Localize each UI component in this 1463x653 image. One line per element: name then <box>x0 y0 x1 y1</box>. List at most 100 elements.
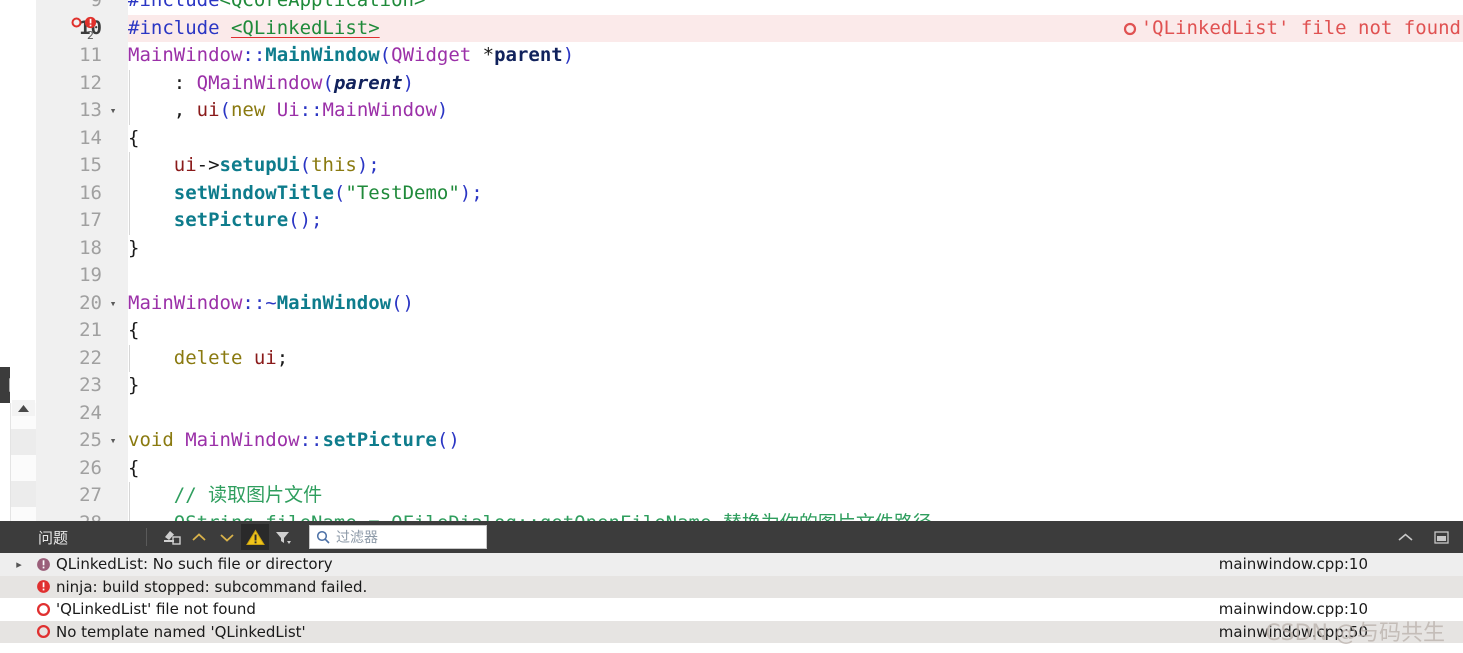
code-editor[interactable]: 9 102 11 12 13▾14 15 16 17 18 19 20▾21 22 23 24 25▾26 2… <box>0 0 1463 521</box>
code-token: ; <box>276 346 289 369</box>
line-number: 27 <box>36 482 128 510</box>
problems-list[interactable]: ▸ QLinkedList: No such file or directory m… <box>0 553 1463 653</box>
line-number-label: 21 <box>79 319 102 341</box>
code-line-text: setWindowTitle("TestDemo"); <box>128 180 483 208</box>
code-token: <QLinkedList> <box>230 16 380 39</box>
code-token: MainWindow <box>128 291 243 314</box>
code-line[interactable]: , ui(new Ui::MainWindow) <box>128 97 1463 125</box>
line-number-label: 9 <box>90 0 102 11</box>
code-token: setupUi <box>219 154 300 176</box>
problem-location[interactable]: mainwindow.cpp:10 <box>1219 600 1368 618</box>
code-token: () <box>436 429 460 451</box>
error-outline-icon <box>30 624 56 639</box>
fold-toggle[interactable]: ▾ <box>104 427 122 455</box>
minimap-band <box>10 403 36 521</box>
line-number: 13 ▾ <box>36 97 128 125</box>
problem-message: QLinkedList: No such file or directory <box>56 555 333 574</box>
code-line[interactable]: } <box>128 235 1463 263</box>
code-token: QMainWindow <box>196 71 323 94</box>
code-line[interactable]: } <box>128 372 1463 400</box>
code-line[interactable]: { <box>128 455 1463 483</box>
code-line[interactable]: setWindowTitle("TestDemo"); <box>128 179 1463 208</box>
code-line[interactable]: void MainWindow::setPicture() <box>128 427 1463 455</box>
code-token: ( <box>299 154 312 176</box>
code-token: QWidget <box>391 44 483 66</box>
next-problem-button[interactable] <box>213 524 241 550</box>
problem-row[interactable]: ▸ QLinkedList: No such file or directory m… <box>0 553 1463 576</box>
code-token: :: <box>299 99 323 121</box>
problem-location[interactable]: mainwindow.cpp:50 <box>1219 623 1368 641</box>
problem-row[interactable]: No template named 'QLinkedList' mainwindo… <box>0 620 1463 643</box>
code-line-text: { <box>128 125 139 153</box>
problem-message: 'QLinkedList' file not found <box>56 600 256 619</box>
code-line[interactable]: ui->setupUi(this); <box>128 152 1463 180</box>
line-number: 12 <box>36 70 128 98</box>
line-number: 10 <box>36 15 128 43</box>
code-line[interactable]: { <box>128 317 1463 345</box>
code-token: ( <box>322 71 334 94</box>
code-line[interactable]: #include<QCoreApplication> <box>128 0 1463 15</box>
line-number-gutter[interactable]: 9 102 11 12 13▾14 15 16 17 18 19 20▾21 22 23 24 25▾26 2… <box>36 0 128 521</box>
ide-window: 9 102 11 12 13▾14 15 16 17 18 19 20▾21 22 23 24 25▾26 2… <box>0 0 1463 653</box>
inline-error-text: 'QLinkedList' file not found <box>1140 16 1461 39</box>
problem-location[interactable]: mainwindow.cpp:10 <box>1219 555 1368 573</box>
problems-tab[interactable]: 问题 <box>38 527 68 548</box>
code-line[interactable]: MainWindow::~MainWindow() <box>128 290 1463 318</box>
code-token: new <box>230 99 277 121</box>
filter-placeholder: 过滤器 <box>336 530 379 546</box>
code-token: :: <box>242 44 266 66</box>
code-line[interactable]: : QMainWindow(parent) <box>128 69 1463 97</box>
problem-message: ninja: build stopped: subcommand failed. <box>56 577 368 596</box>
problem-row[interactable]: ninja: build stopped: subcommand failed. <box>0 575 1463 598</box>
filter-button[interactable] <box>269 524 297 550</box>
code-token: MainWindow <box>276 291 392 314</box>
code-token: <QCoreApplication> <box>219 0 426 11</box>
code-line[interactable]: setPicture(); <box>128 207 1463 235</box>
code-line[interactable]: { <box>128 125 1463 153</box>
line-number-label: 24 <box>79 401 102 424</box>
line-number-label: 27 <box>79 484 102 506</box>
problem-row[interactable]: 'QLinkedList' file not found mainwindow.c… <box>0 598 1463 621</box>
line-number: 18 <box>36 235 128 263</box>
line-number-label: 26 <box>79 456 102 479</box>
maximize-panel-button[interactable] <box>1427 524 1455 550</box>
code-line[interactable]: QString fileName = QFileDialog::getOpenF… <box>128 509 1463 522</box>
code-surface[interactable]: #include<QCoreApplication> #include <QLin… <box>128 0 1463 521</box>
expand-arrow-icon[interactable]: ▸ <box>0 558 30 571</box>
code-line[interactable]: #include <QLinkedList> 'QLinkedList' file… <box>128 14 1463 43</box>
code-line-text: void MainWindow::setPicture() <box>128 427 460 455</box>
line-number: 19 <box>36 262 128 290</box>
code-token: #include <box>128 0 220 11</box>
line-number: 24 <box>36 400 128 428</box>
code-line[interactable]: MainWindow::MainWindow(QWidget *parent) <box>128 42 1463 70</box>
code-line[interactable] <box>128 262 1463 290</box>
code-line[interactable]: delete ui; <box>128 344 1463 372</box>
collapse-panel-button[interactable] <box>1391 524 1419 550</box>
code-line[interactable]: // 读取图片文件 <box>128 482 1463 510</box>
minimap-column[interactable] <box>10 0 36 521</box>
error-outline-icon <box>30 602 56 617</box>
code-token: , <box>128 99 197 121</box>
code-line-text: ui->setupUi(this); <box>128 152 380 180</box>
code-token: ui <box>196 99 220 121</box>
line-number: 20 ▾ <box>36 290 128 318</box>
inline-error-message: 'QLinkedList' file not found <box>1123 15 1461 43</box>
code-line[interactable] <box>128 400 1463 428</box>
problems-filter-field[interactable]: 过滤器 <box>309 525 488 549</box>
scroll-up-button[interactable] <box>12 400 35 416</box>
clear-all-button[interactable] <box>157 524 185 550</box>
fold-toggle[interactable]: ▾ <box>104 97 122 125</box>
line-number-label: 22 <box>79 346 102 369</box>
problems-panel: 问题 过滤器 ▸ QLinkedList: No such file or di… <box>0 521 1463 653</box>
code-token: ( <box>219 99 231 121</box>
code-token: delete <box>173 346 254 369</box>
severity-filter-button[interactable] <box>241 524 270 550</box>
previous-problem-button[interactable] <box>185 524 213 550</box>
fold-toggle[interactable]: ▾ <box>104 290 122 318</box>
chevron-up-icon <box>1397 532 1413 541</box>
code-token: setWindowTitle <box>173 181 334 204</box>
breakpoint-icon[interactable] <box>71 17 82 30</box>
code-token: ui <box>173 154 197 176</box>
